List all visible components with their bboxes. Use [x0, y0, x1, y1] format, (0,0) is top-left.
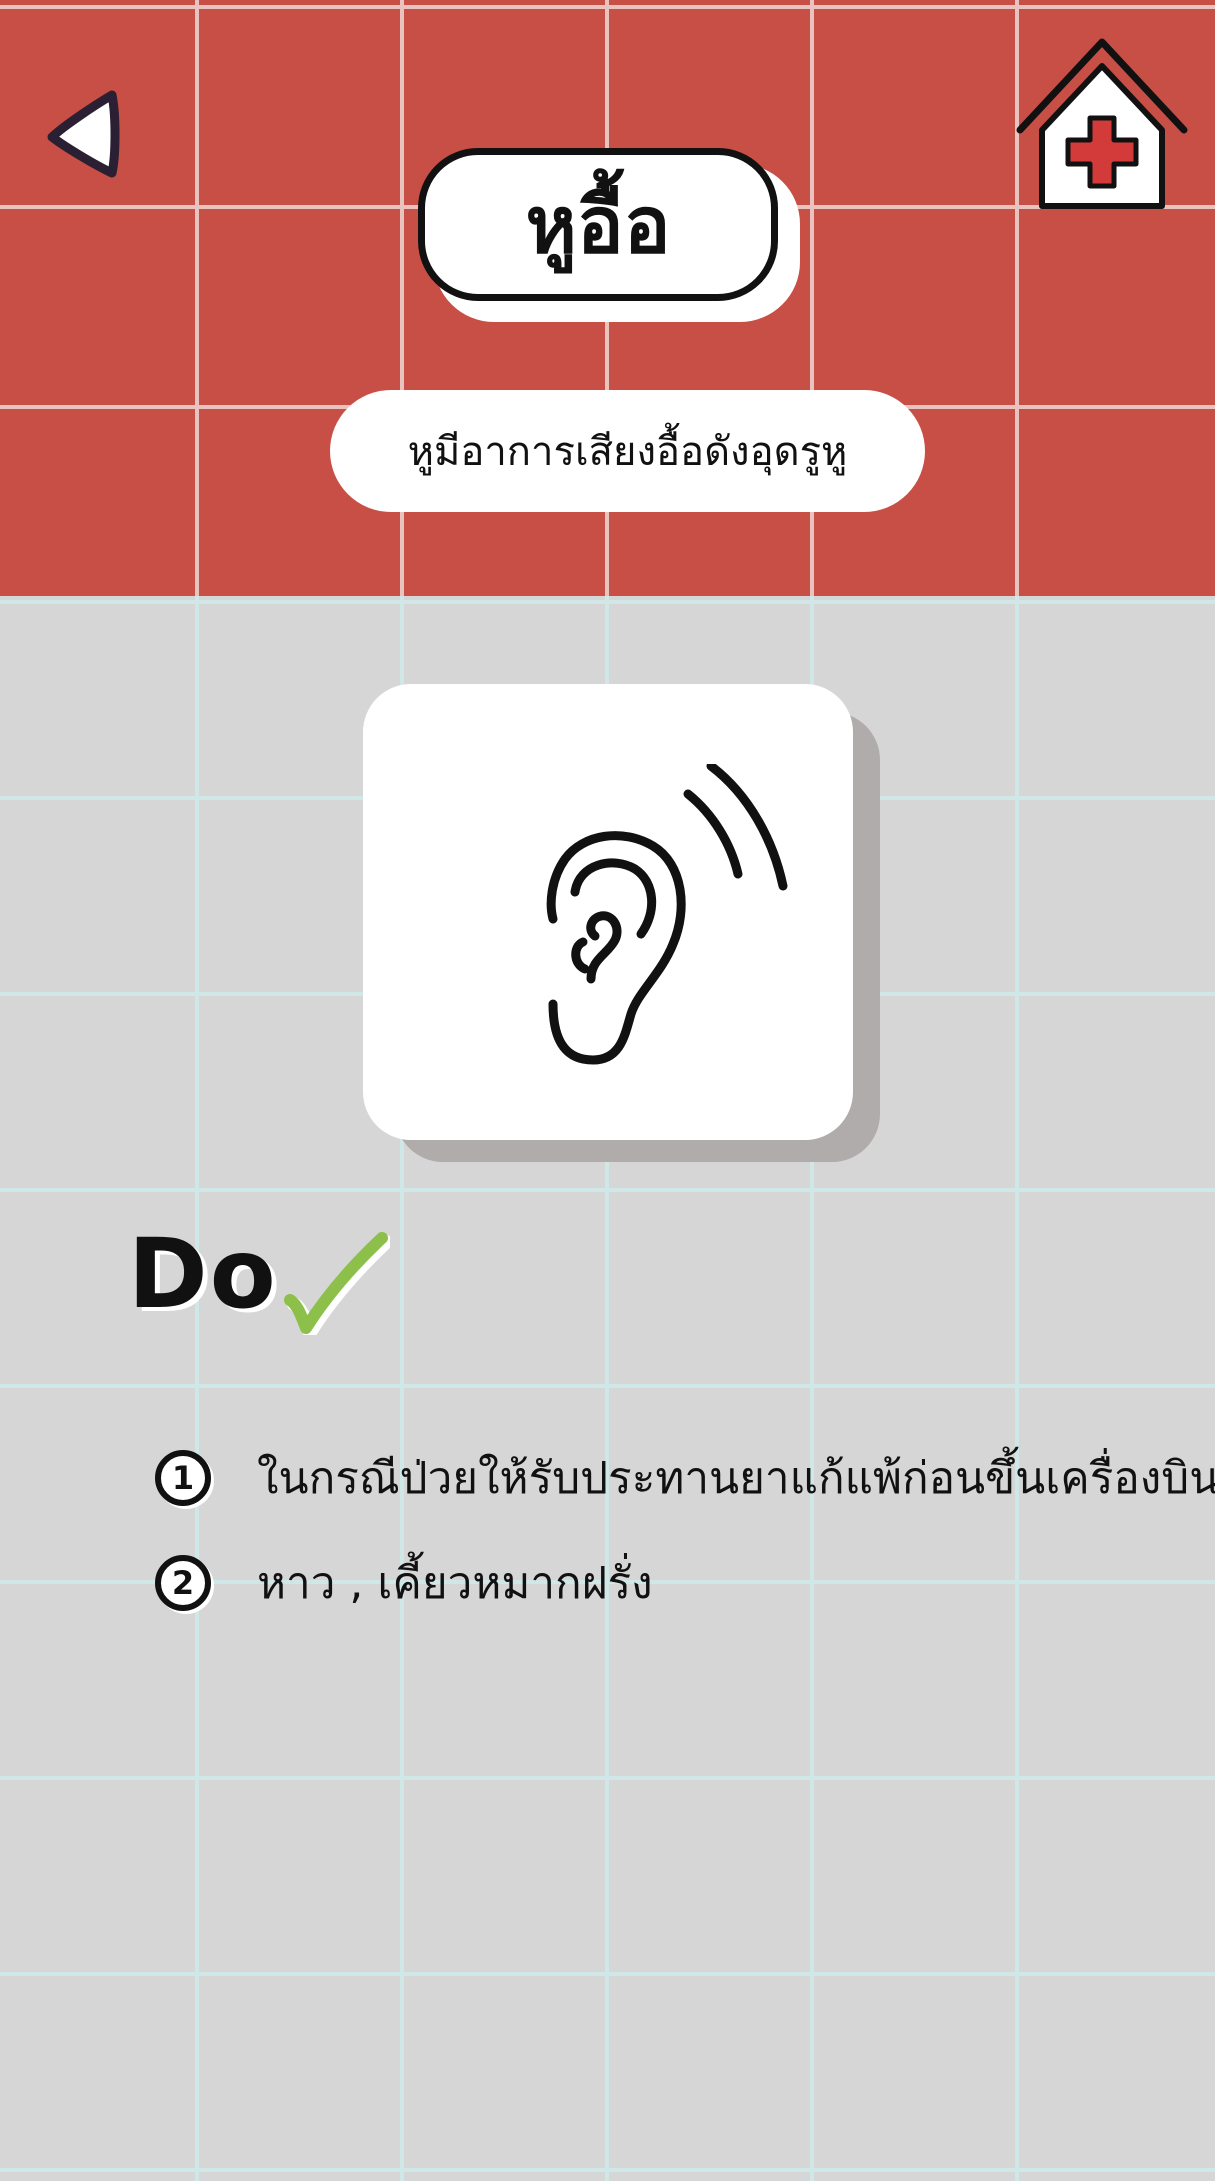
ear-icon	[546, 764, 788, 1065]
home-hospital-icon	[1016, 38, 1188, 209]
item-text: หาว , เคี้ยวหมากฝรั่ง	[257, 1558, 653, 1609]
back-button[interactable]	[40, 85, 130, 185]
do-heading: Do	[128, 1218, 278, 1330]
item-text: ในกรณีป่วยให้รับประทานยาแก้แพ้ก่อนขึ้นเค…	[257, 1453, 1215, 1504]
page-subtitle: หูมีอาการเสียงอื้อดังอุดรูหู	[407, 429, 848, 475]
page-title: หูอื้อ	[525, 180, 671, 271]
list-item: 1 ในกรณีป่วยให้รับประทานยาแก้แพ้ก่อนขึ้น…	[155, 1443, 1215, 1513]
illustration-card	[363, 684, 853, 1140]
back-triangle-icon	[47, 90, 120, 178]
title-box: หูอื้อ	[418, 148, 778, 301]
item-number-badge: 2	[155, 1555, 211, 1611]
home-button[interactable]	[1012, 30, 1192, 215]
title-badge: หูอื้อ	[418, 148, 804, 323]
checkmark-icon	[284, 1232, 390, 1335]
list-item: 2 หาว , เคี้ยวหมากฝรั่ง	[155, 1548, 653, 1618]
subtitle-pill: หูมีอาการเสียงอื้อดังอุดรูหู	[330, 390, 925, 512]
item-number-badge: 1	[155, 1450, 211, 1506]
